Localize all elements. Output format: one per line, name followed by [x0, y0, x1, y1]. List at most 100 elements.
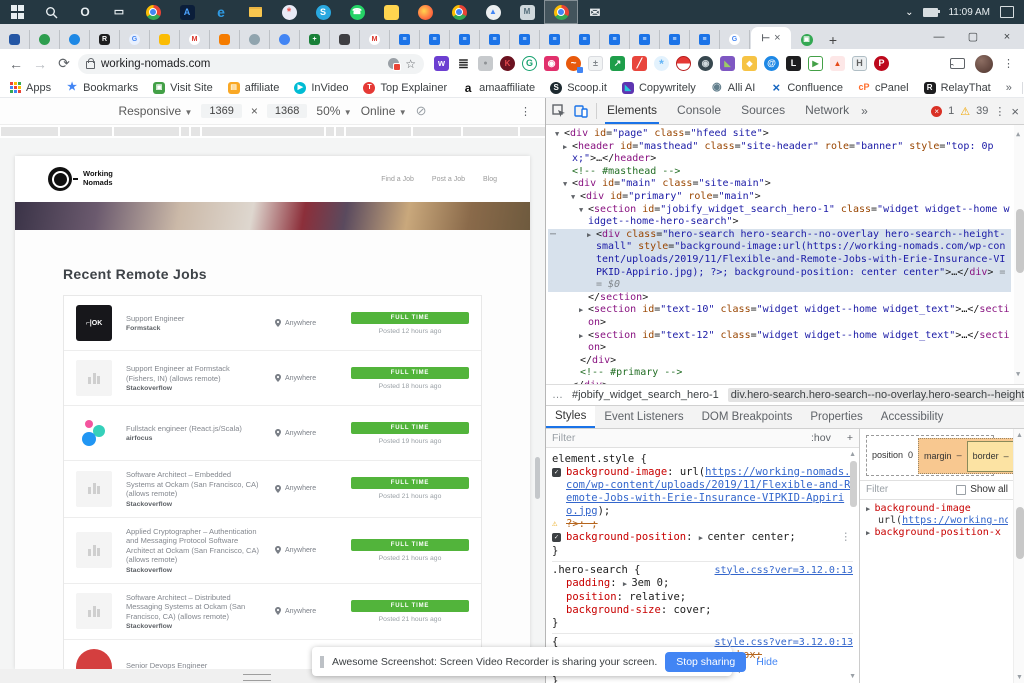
inspect-element-icon[interactable]	[552, 104, 566, 118]
device-toolbar-menu-icon[interactable]: ⋮	[520, 105, 531, 118]
job-row[interactable]: ⌐|OKSupport EngineerFormstackAnywhereFUL…	[64, 296, 481, 350]
css-property[interactable]: position: relative;	[552, 591, 853, 604]
tab-6[interactable]	[150, 30, 180, 49]
tab-2[interactable]	[30, 30, 60, 49]
styles-scrollbar-thumb[interactable]	[850, 461, 857, 507]
back-button[interactable]: ←	[6, 56, 26, 72]
computed-property[interactable]: ▶ background-position-x	[866, 527, 1008, 540]
minimize-button[interactable]: —	[922, 24, 956, 49]
file-explorer-icon[interactable]	[238, 0, 272, 24]
tab-25[interactable]: G	[720, 30, 750, 49]
rule-selector[interactable]: element.style {	[552, 453, 647, 465]
tree-node[interactable]: </div>	[548, 355, 1011, 368]
viewport-height-input[interactable]: 1368	[267, 104, 307, 118]
forward-button[interactable]: →	[30, 56, 50, 72]
expand-arrow-open-icon[interactable]: ▼	[579, 204, 583, 217]
tree-node[interactable]: ▼<div id="main" class="site-main">	[548, 178, 1011, 191]
bookmark-relaythat[interactable]: RRelayThat	[924, 82, 991, 94]
media-query-segment-7[interactable]	[326, 127, 334, 136]
windows-start-icon[interactable]	[0, 0, 34, 24]
edge-icon[interactable]: e	[204, 0, 238, 24]
nav-link-blog[interactable]: Blog	[483, 176, 497, 183]
tab-13[interactable]: M	[360, 30, 390, 49]
play-green-icon[interactable]: ▶	[808, 56, 823, 71]
job-title[interactable]: Software Architect – Distributed Messagi…	[126, 593, 261, 622]
lock-icon[interactable]	[86, 61, 95, 69]
bookmark-scoop-it[interactable]: SScoop.it	[550, 82, 607, 94]
media-query-segment-8[interactable]	[336, 127, 344, 136]
tree-node[interactable]: ▼<section id="jobify_widget_search_hero-…	[548, 204, 1011, 229]
breadcrumb-item[interactable]: #jobify_widget_search_hero-1	[569, 388, 722, 402]
bookmark-visit-site[interactable]: ▣Visit Site	[153, 82, 213, 94]
reload-button[interactable]: ⟳	[54, 55, 74, 72]
grammarly-icon[interactable]: G	[522, 56, 537, 71]
css-property[interactable]: background-size: cover;	[552, 604, 853, 617]
tab-15[interactable]: ≡	[420, 30, 450, 49]
media-query-segment-4[interactable]	[181, 127, 189, 136]
tab-16[interactable]: ≡	[450, 30, 480, 49]
l-black-icon[interactable]: L	[786, 56, 801, 71]
media-query-ruler[interactable]	[0, 125, 545, 138]
k-dark-icon[interactable]: K	[500, 56, 515, 71]
css-property[interactable]: ⚠?>: ;	[552, 518, 853, 531]
new-style-rule-button[interactable]: +	[847, 432, 853, 444]
camera-gradient-icon[interactable]: ◉	[544, 56, 559, 71]
css-property[interactable]: ✓background-image: url(https://working-n…	[552, 466, 853, 518]
tab-12[interactable]	[330, 30, 360, 49]
tab-17[interactable]: ≡	[480, 30, 510, 49]
diamond-yellow-icon[interactable]: ◆	[742, 56, 757, 71]
styles-filter-input[interactable]: Filter	[552, 432, 575, 444]
expand-arrow-open-icon[interactable]: ▼	[563, 178, 567, 191]
chrome-icon[interactable]	[442, 0, 476, 24]
expand-arrow-open-icon[interactable]: ▼	[555, 128, 559, 141]
property-menu-icon[interactable]: ⋮	[841, 531, 852, 544]
drive-icon[interactable]: ▲	[476, 0, 510, 24]
tab-18[interactable]: ≡	[510, 30, 540, 49]
tree-node-selected[interactable]: ⋯▶<div class="hero-search hero-search--n…	[548, 229, 1011, 292]
media-query-segment-6[interactable]	[202, 127, 324, 136]
swirl-badge-icon[interactable]: ~	[566, 56, 581, 71]
bookmark-apps[interactable]: Apps	[10, 82, 51, 94]
tab-21[interactable]: ≡	[600, 30, 630, 49]
wordtune-icon[interactable]: w	[434, 56, 449, 71]
tab-9[interactable]	[240, 30, 270, 49]
job-row[interactable]: Support Engineer at Formstack (Fishers, …	[64, 350, 481, 405]
tab-23[interactable]: ≡	[660, 30, 690, 49]
tab-19[interactable]: ≡	[540, 30, 570, 49]
pokeball-icon[interactable]	[676, 56, 691, 71]
sidebar-tab-accessibility[interactable]: Accessibility	[872, 407, 953, 427]
expand-arrow-icon[interactable]: ▶	[563, 141, 567, 154]
media-query-segment-3[interactable]	[114, 127, 179, 136]
media-query-segment-10[interactable]	[413, 127, 461, 136]
maps-icon[interactable]: M	[510, 0, 544, 24]
property-checkbox[interactable]: ✓	[552, 468, 561, 477]
computed-scrollbar[interactable]: ▲ ▼	[1013, 429, 1024, 683]
stop-sharing-button[interactable]: Stop sharing	[665, 652, 746, 672]
tree-node[interactable]: ▼<div id="primary" role="main">	[548, 191, 1011, 204]
bookmark-copywritely[interactable]: ◣Copywritely	[622, 82, 696, 94]
awesome-screenshot-icon[interactable]: ◉	[698, 56, 713, 71]
bookmark-affiliate[interactable]: ▤affiliate	[228, 82, 280, 94]
tree-node[interactable]: </section>	[548, 292, 1011, 305]
media-query-segment-9[interactable]	[346, 127, 411, 136]
node-menu-dots[interactable]: ⋯	[550, 229, 557, 242]
h-gray-icon[interactable]: H	[852, 56, 867, 71]
close-window-button[interactable]: ×	[990, 24, 1024, 49]
job-row[interactable]: Fullstack engineer (React.js/Scala)airfo…	[64, 405, 481, 460]
sidebar-tab-event-listeners[interactable]: Event Listeners	[595, 407, 692, 427]
devtools-tab-network[interactable]: Network	[803, 98, 851, 124]
tab-7[interactable]: M	[180, 30, 210, 49]
device-toolbar-toggle-icon[interactable]	[574, 104, 588, 118]
computed-scroll-down-icon[interactable]: ▼	[1016, 674, 1023, 681]
error-icon[interactable]: ×	[931, 106, 942, 117]
computed-property[interactable]: ▶ background-image	[866, 503, 1008, 516]
tab-1[interactable]	[0, 30, 30, 49]
tree-node[interactable]: </div>	[548, 380, 1011, 384]
tab-5[interactable]: G	[120, 30, 150, 49]
job-title[interactable]: Senior Devops Engineer	[126, 661, 261, 669]
devtools-menu-icon[interactable]: ⋮	[994, 105, 1005, 118]
tray-chevron-icon[interactable]: ⌄	[905, 7, 913, 18]
camera-screenshot-icon[interactable]: ●	[478, 56, 493, 71]
media-query-segment-2[interactable]	[60, 127, 112, 136]
photos-icon[interactable]	[136, 0, 170, 24]
